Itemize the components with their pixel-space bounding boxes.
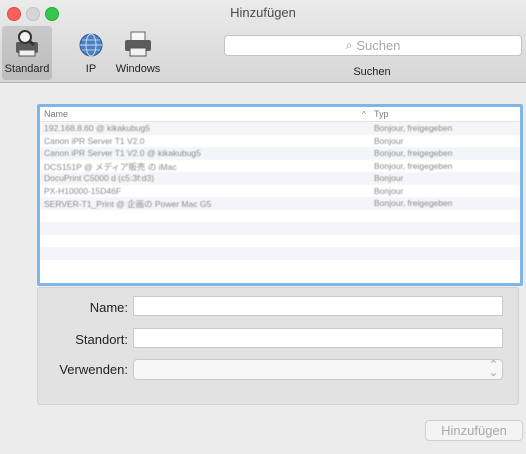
sort-ascending-icon: ^ (362, 109, 366, 119)
empty-row (40, 235, 520, 248)
table-row[interactable]: SERVER-T1_Print @ 企画の Power Mac G5 Bonjou… (40, 197, 520, 210)
location-label: Standort: (75, 332, 128, 347)
driver-select[interactable]: ⌃ ⌄ (133, 359, 503, 380)
toolbar-ip-button[interactable]: IP (74, 26, 108, 80)
table-row[interactable]: DCS151P @ メディア販売 の iMac Bonjour, freigege… (40, 160, 520, 173)
use-label: Verwenden: (59, 362, 128, 377)
name-label: Name: (89, 300, 128, 315)
toolbar-standard-button[interactable]: Standard (2, 26, 52, 80)
toolbar-windows-label: Windows (115, 63, 161, 75)
search-placeholder: Suchen (356, 38, 401, 53)
toolbar-windows-button[interactable]: Windows (113, 26, 163, 80)
empty-row (40, 210, 520, 223)
printer-list[interactable]: Name ^ Typ 192.168.8.60 @ kikakubug5 Bonj… (37, 104, 523, 286)
toolbar: Hinzufügen Standard IP Windows ⌕ Suchen … (0, 0, 526, 83)
printer-details-panel: Name: Standort: Verwenden: ⌃ ⌄ (37, 287, 519, 405)
window-title: Hinzufügen (230, 5, 296, 20)
table-row[interactable]: 192.168.8.60 @ kikakubug5 Bonjour, freige… (40, 122, 520, 135)
empty-row (40, 222, 520, 235)
globe-icon (74, 26, 108, 58)
location-field[interactable] (133, 328, 503, 348)
printer-magnifier-icon (2, 26, 52, 58)
name-field[interactable] (133, 296, 503, 316)
table-header: Name ^ Typ (40, 107, 520, 122)
search-label: Suchen (353, 66, 391, 78)
column-header-type[interactable]: Typ (374, 109, 389, 119)
empty-row (40, 260, 520, 273)
table-row[interactable]: Canon iPR Server T1 V2.0 @ kikakubug5 Bon… (40, 147, 520, 160)
table-row[interactable]: PX-H10000-15D46F Bonjour (40, 185, 520, 198)
search-field[interactable]: ⌕ Suchen (224, 35, 522, 56)
toolbar-ip-label: IP (85, 63, 97, 75)
toolbar-standard-label: Standard (4, 63, 50, 75)
column-header-name[interactable]: Name (44, 109, 68, 119)
printer-icon (113, 26, 163, 58)
search-icon: ⌕ (345, 38, 353, 52)
table-body: 192.168.8.60 @ kikakubug5 Bonjour, freige… (40, 122, 520, 272)
empty-row (40, 247, 520, 260)
add-button[interactable]: Hinzufügen (425, 420, 523, 441)
table-row[interactable]: DocuPrint C5000 d (c5:3f:d3) Bonjour (40, 172, 520, 185)
printer-add-window: Hinzufügen Standard IP Windows ⌕ Suchen … (0, 0, 526, 454)
table-row[interactable]: Canon iPR Server T1 V2.0 Bonjour (40, 135, 520, 148)
updown-chevron-icon: ⌃ ⌄ (488, 359, 498, 379)
